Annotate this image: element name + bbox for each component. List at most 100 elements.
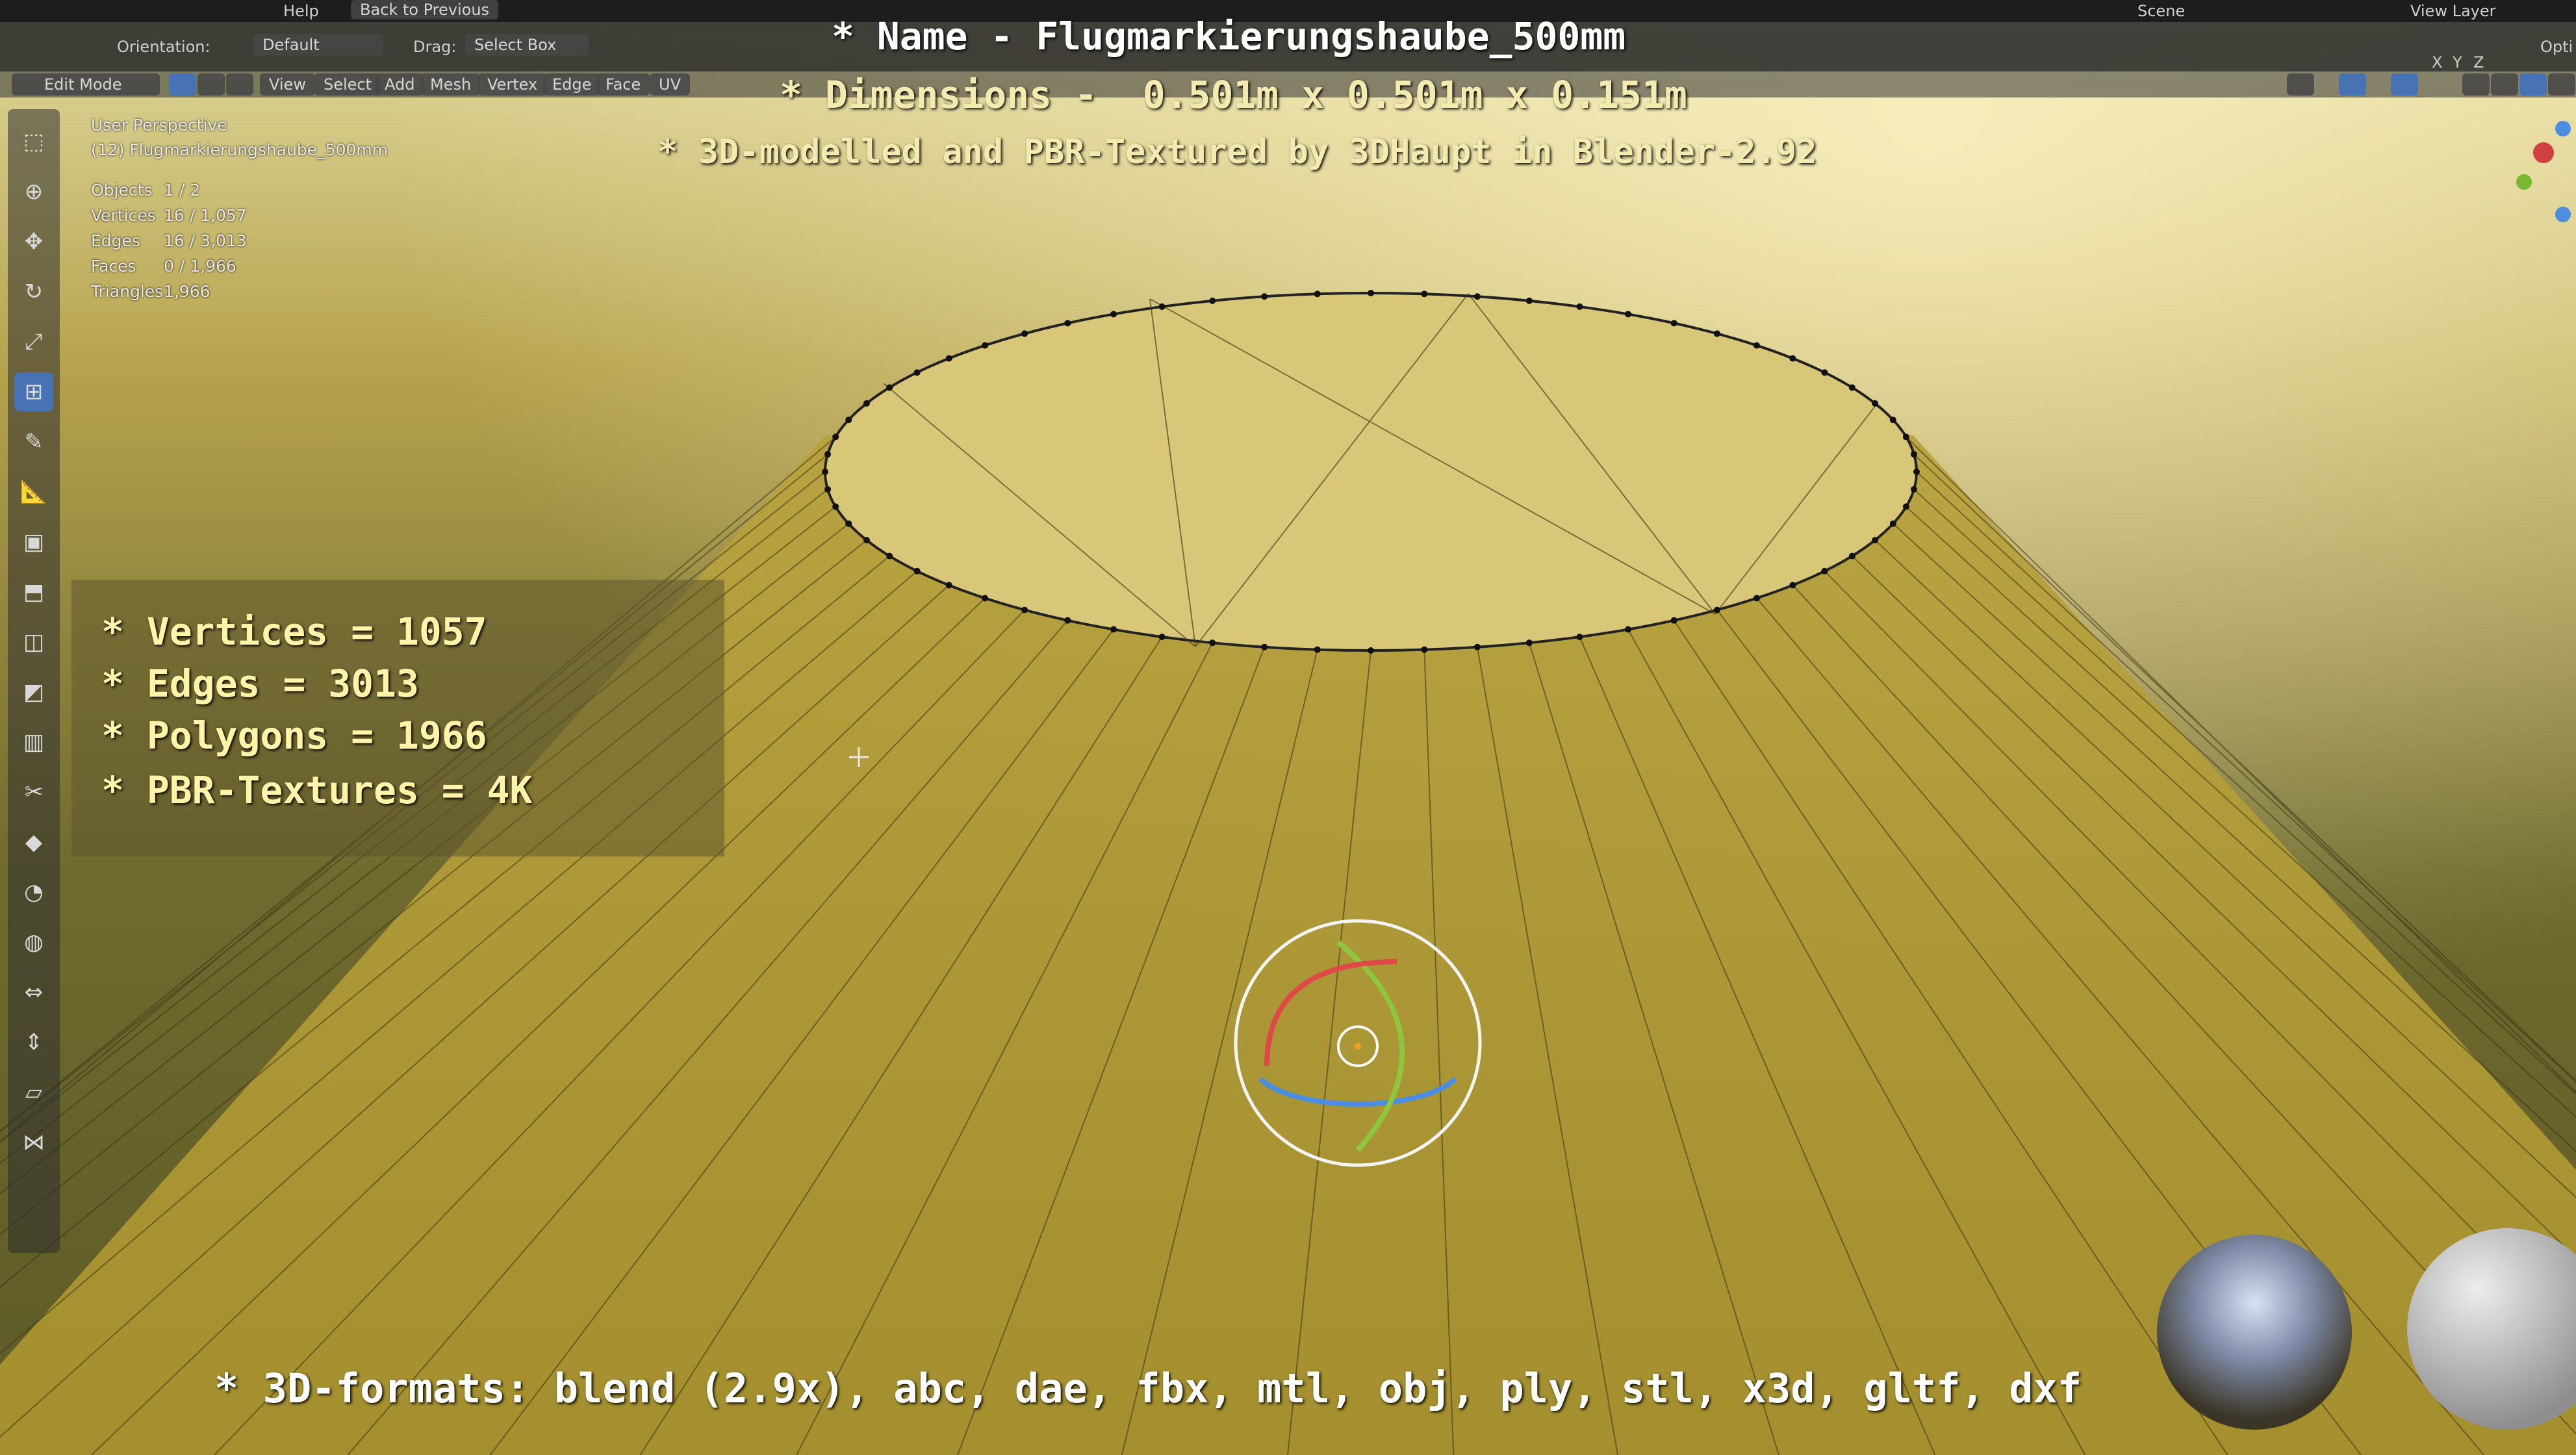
mesh-vertex [1110, 626, 1117, 633]
stat-label-edges: Edges [91, 231, 140, 250]
mesh-vertex [1261, 293, 1268, 300]
mesh-vertex [832, 433, 839, 441]
mesh-vertex [1670, 320, 1677, 327]
mesh-vertex [1713, 330, 1720, 337]
drag-label: Drag: [413, 38, 457, 56]
drag-dropdown[interactable]: Select Box [465, 34, 589, 56]
menu-help[interactable]: Help [283, 2, 319, 20]
mesh-vertex [1872, 537, 1879, 544]
info-edges: * Edges = 3013 [101, 662, 419, 706]
move-icon[interactable]: ✥ [14, 222, 53, 261]
menu-face[interactable]: Face [596, 73, 650, 96]
mesh-vertex [1872, 400, 1879, 407]
transform-icon[interactable]: ⊞ [14, 372, 53, 411]
axis-x[interactable]: X [2432, 53, 2442, 71]
overlays-icon[interactable] [2287, 73, 2314, 96]
menu-edge[interactable]: Edge [543, 73, 601, 96]
xray-icon[interactable] [2391, 73, 2418, 96]
mesh-vertex [1064, 320, 1071, 327]
bevel-icon[interactable]: ◩ [14, 673, 53, 712]
shading-material-icon[interactable] [2519, 73, 2547, 96]
mesh-vertex [1421, 290, 1428, 298]
mesh-vertex [1525, 639, 1533, 647]
mesh-vertex [1576, 634, 1583, 641]
view-name: User Perspective [91, 116, 227, 135]
mesh-vertex [1753, 342, 1760, 349]
chrome-ball [2157, 1235, 2352, 1430]
mesh-vertex [886, 552, 893, 560]
rip-icon[interactable]: ⋈ [14, 1123, 53, 1162]
axis-y[interactable]: Y [2453, 53, 2462, 71]
shear-icon[interactable]: ▱ [14, 1073, 53, 1112]
extrude-icon[interactable]: ⬒ [14, 573, 53, 612]
menu-vertex[interactable]: Vertex [478, 73, 547, 96]
spin-icon[interactable]: ◔ [14, 873, 53, 912]
mesh-vertex [824, 485, 832, 493]
mesh-vertex [1576, 303, 1583, 310]
mesh-vertex [1473, 293, 1481, 300]
stat-label-faces: Faces [91, 257, 136, 276]
menu-mesh[interactable]: Mesh [421, 73, 481, 96]
axis-z[interactable]: Z [2473, 53, 2484, 71]
mesh-vertex [845, 417, 852, 424]
mesh-vertex [1261, 643, 1268, 650]
shading-wireframe-icon[interactable] [2462, 73, 2490, 96]
mesh-vertex [1158, 634, 1166, 641]
mesh-vertex [832, 503, 839, 510]
loop-cut-icon[interactable]: ▥ [14, 723, 53, 762]
vertex-select-icon[interactable] [169, 73, 196, 96]
stat-value-edges: 16 / 3,013 [164, 231, 247, 250]
edge-select-icon[interactable] [198, 73, 225, 96]
mesh-vertex [1889, 417, 1896, 424]
select-box-icon[interactable]: ⬚ [14, 122, 53, 161]
inset-icon[interactable]: ◫ [14, 623, 53, 662]
menu-add[interactable]: Add [376, 73, 424, 96]
back-to-previous-button[interactable]: Back to Previous [351, 0, 499, 19]
active-object-name: (12) Flugmarkierungshaube_500mm [91, 140, 389, 159]
smooth-icon[interactable]: ◍ [14, 923, 53, 962]
menu-view[interactable]: View [260, 73, 315, 96]
cursor-icon[interactable]: ⊕ [14, 172, 53, 211]
menu-select[interactable]: Select [314, 73, 381, 96]
measure-icon[interactable]: 📐 [14, 472, 53, 511]
mode-dropdown[interactable]: Edit Mode [12, 73, 160, 96]
mesh-vertex [1670, 617, 1677, 624]
title-dimensions: * Dimensions - 0.501m x 0.501m x 0.151m [780, 73, 1687, 117]
stat-value-faces: 0 / 1,966 [164, 257, 236, 276]
mesh-vertex [886, 384, 893, 391]
poly-build-icon[interactable]: ◆ [14, 823, 53, 862]
view-layer-selector[interactable]: View Layer [2410, 2, 2496, 20]
gizmo-icon[interactable] [2339, 73, 2366, 96]
mesh-vertex [1209, 639, 1216, 647]
mesh-vertex [1789, 355, 1796, 362]
scene-selector[interactable]: Scene [2137, 2, 2185, 20]
mesh-vertex [1021, 330, 1028, 337]
knife-icon[interactable]: ✂ [14, 773, 53, 812]
mesh-vertex [845, 520, 852, 527]
options-button[interactable]: Opti [2540, 38, 2573, 56]
menu-uv[interactable]: UV [650, 73, 690, 96]
rotate-icon[interactable]: ↻ [14, 272, 53, 311]
add-cube-icon[interactable]: ▣ [14, 522, 53, 561]
mesh-vertex [945, 355, 952, 362]
mesh-vertex [863, 400, 870, 407]
scale-icon[interactable]: ⤢ [14, 322, 53, 361]
face-select-icon[interactable] [226, 73, 253, 96]
mesh-vertex [822, 469, 828, 475]
shading-solid-icon[interactable] [2491, 73, 2518, 96]
stat-label-objects: Objects [91, 181, 153, 200]
edge-slide-icon[interactable]: ⇔ [14, 973, 53, 1012]
mesh-vertex [913, 567, 921, 574]
mesh-vertex [1848, 552, 1855, 560]
annotate-icon[interactable]: ✎ [14, 422, 53, 461]
mesh-vertex [1910, 451, 1917, 458]
orientation-dropdown[interactable]: Default [253, 34, 383, 56]
mesh-vertex [1110, 311, 1117, 318]
mesh-vertex [1889, 520, 1896, 527]
shrink-fatten-icon[interactable]: ⇕ [14, 1023, 53, 1062]
shading-rendered-icon[interactable] [2548, 73, 2575, 96]
mesh-vertex [1848, 384, 1855, 391]
stat-value-vertices: 16 / 1,057 [164, 206, 247, 225]
info-vertices: * Vertices = 1057 [101, 610, 487, 654]
stat-label-triangles: Triangles [91, 282, 164, 301]
